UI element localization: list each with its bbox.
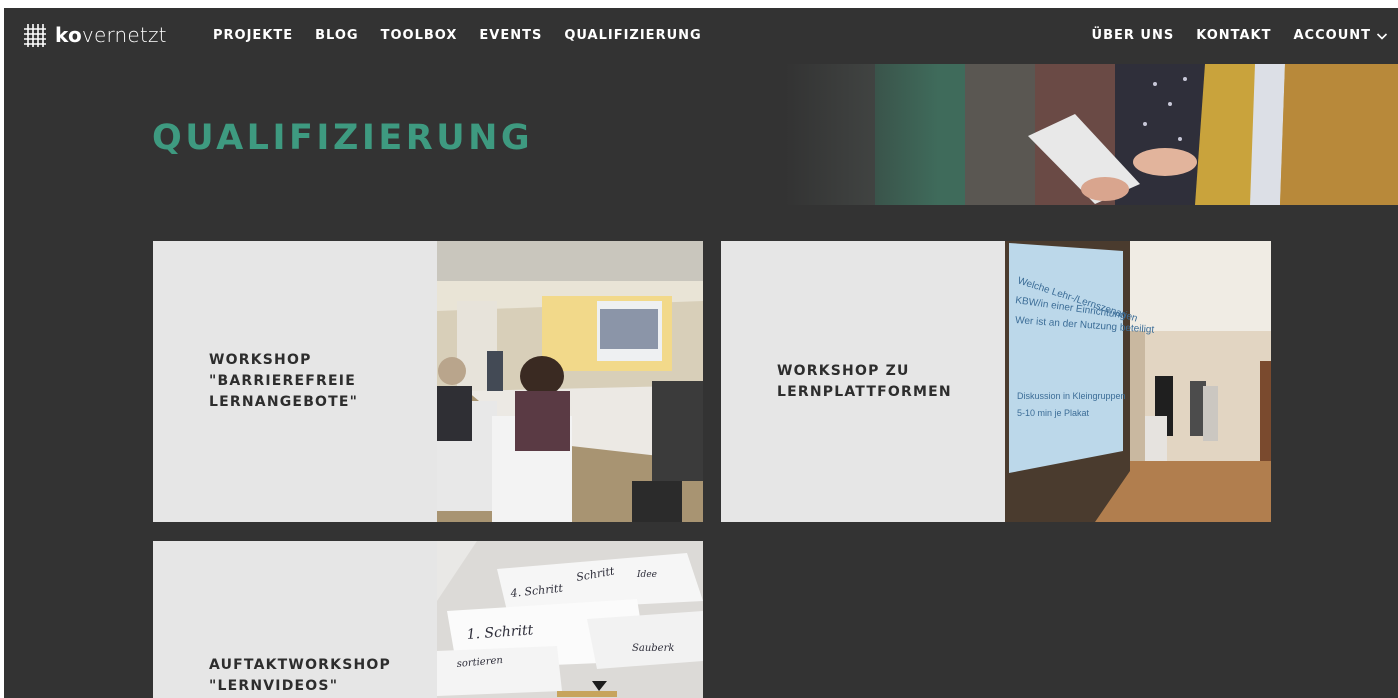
card-image-presentation-screen: Welche Lehr-/Lernszenarien KBW/in einer …	[1005, 241, 1271, 522]
page: kovernetzt PROJEKTE BLOG TOOLBOX EVENTS …	[4, 8, 1398, 698]
nav-ueber-uns[interactable]: ÜBER UNS	[1092, 28, 1175, 43]
main-menu: PROJEKTE BLOG TOOLBOX EVENTS QUALIFIZIER…	[213, 28, 724, 43]
nav-blog[interactable]: BLOG	[315, 28, 358, 43]
nav-account[interactable]: ACCOUNT	[1294, 28, 1389, 43]
top-navigation: kovernetzt PROJEKTE BLOG TOOLBOX EVENTS …	[4, 8, 1398, 64]
card-label-box: WORKSHOP ZU LERNPLATTFORMEN	[721, 241, 1005, 522]
card-image-conference-room	[437, 241, 703, 522]
card-workshop-barrierefreie-lernangebote[interactable]: WORKSHOP "BARRIEREFREIE LERNANGEBOTE"	[153, 241, 703, 522]
card-title: WORKSHOP ZU LERNPLATTFORMEN	[777, 362, 952, 400]
nav-projekte[interactable]: PROJEKTE	[213, 28, 293, 43]
chevron-down-icon	[1376, 32, 1388, 40]
hero-image	[785, 64, 1398, 205]
card-image-paper-notes: 4. Schritt 1. Schritt Schritt Sauberk so…	[437, 541, 703, 698]
page-title: QUALIFIZIERUNG	[152, 118, 534, 158]
nav-qualifizierung[interactable]: QUALIFIZIERUNG	[564, 28, 701, 43]
card-label-box: WORKSHOP "BARRIEREFREIE LERNANGEBOTE"	[153, 241, 437, 522]
logo[interactable]: kovernetzt	[22, 22, 167, 48]
card-auftaktworkshop-lernvideos[interactable]: AUFTAKTWORKSHOP "LERNVIDEOS" 4. Schritt …	[153, 541, 703, 698]
nav-account-label: ACCOUNT	[1293, 28, 1371, 43]
logo-grid-icon	[24, 24, 46, 47]
secondary-menu: ÜBER UNS KONTAKT ACCOUNT	[1070, 28, 1388, 43]
nav-events[interactable]: EVENTS	[479, 28, 542, 43]
note-text-4: Sauberk	[632, 643, 674, 654]
card-title: AUFTAKTWORKSHOP "LERNVIDEOS"	[209, 657, 391, 694]
card-workshop-lernplattformen[interactable]: WORKSHOP ZU LERNPLATTFORMEN Welche Lehr-…	[721, 241, 1271, 522]
slide-line-5: 5-10 min je Plakat	[1017, 408, 1090, 418]
slide-line-4: Diskussion in Kleingruppen	[1017, 391, 1126, 401]
note-text-6: Idee	[636, 570, 657, 580]
nav-kontakt[interactable]: KONTAKT	[1196, 28, 1271, 43]
card-label-box: AUFTAKTWORKSHOP "LERNVIDEOS"	[153, 541, 437, 698]
logo-text: kovernetzt	[55, 23, 167, 47]
card-title: WORKSHOP "BARRIEREFREIE LERNANGEBOTE"	[209, 352, 359, 410]
nav-toolbox[interactable]: TOOLBOX	[381, 28, 458, 43]
